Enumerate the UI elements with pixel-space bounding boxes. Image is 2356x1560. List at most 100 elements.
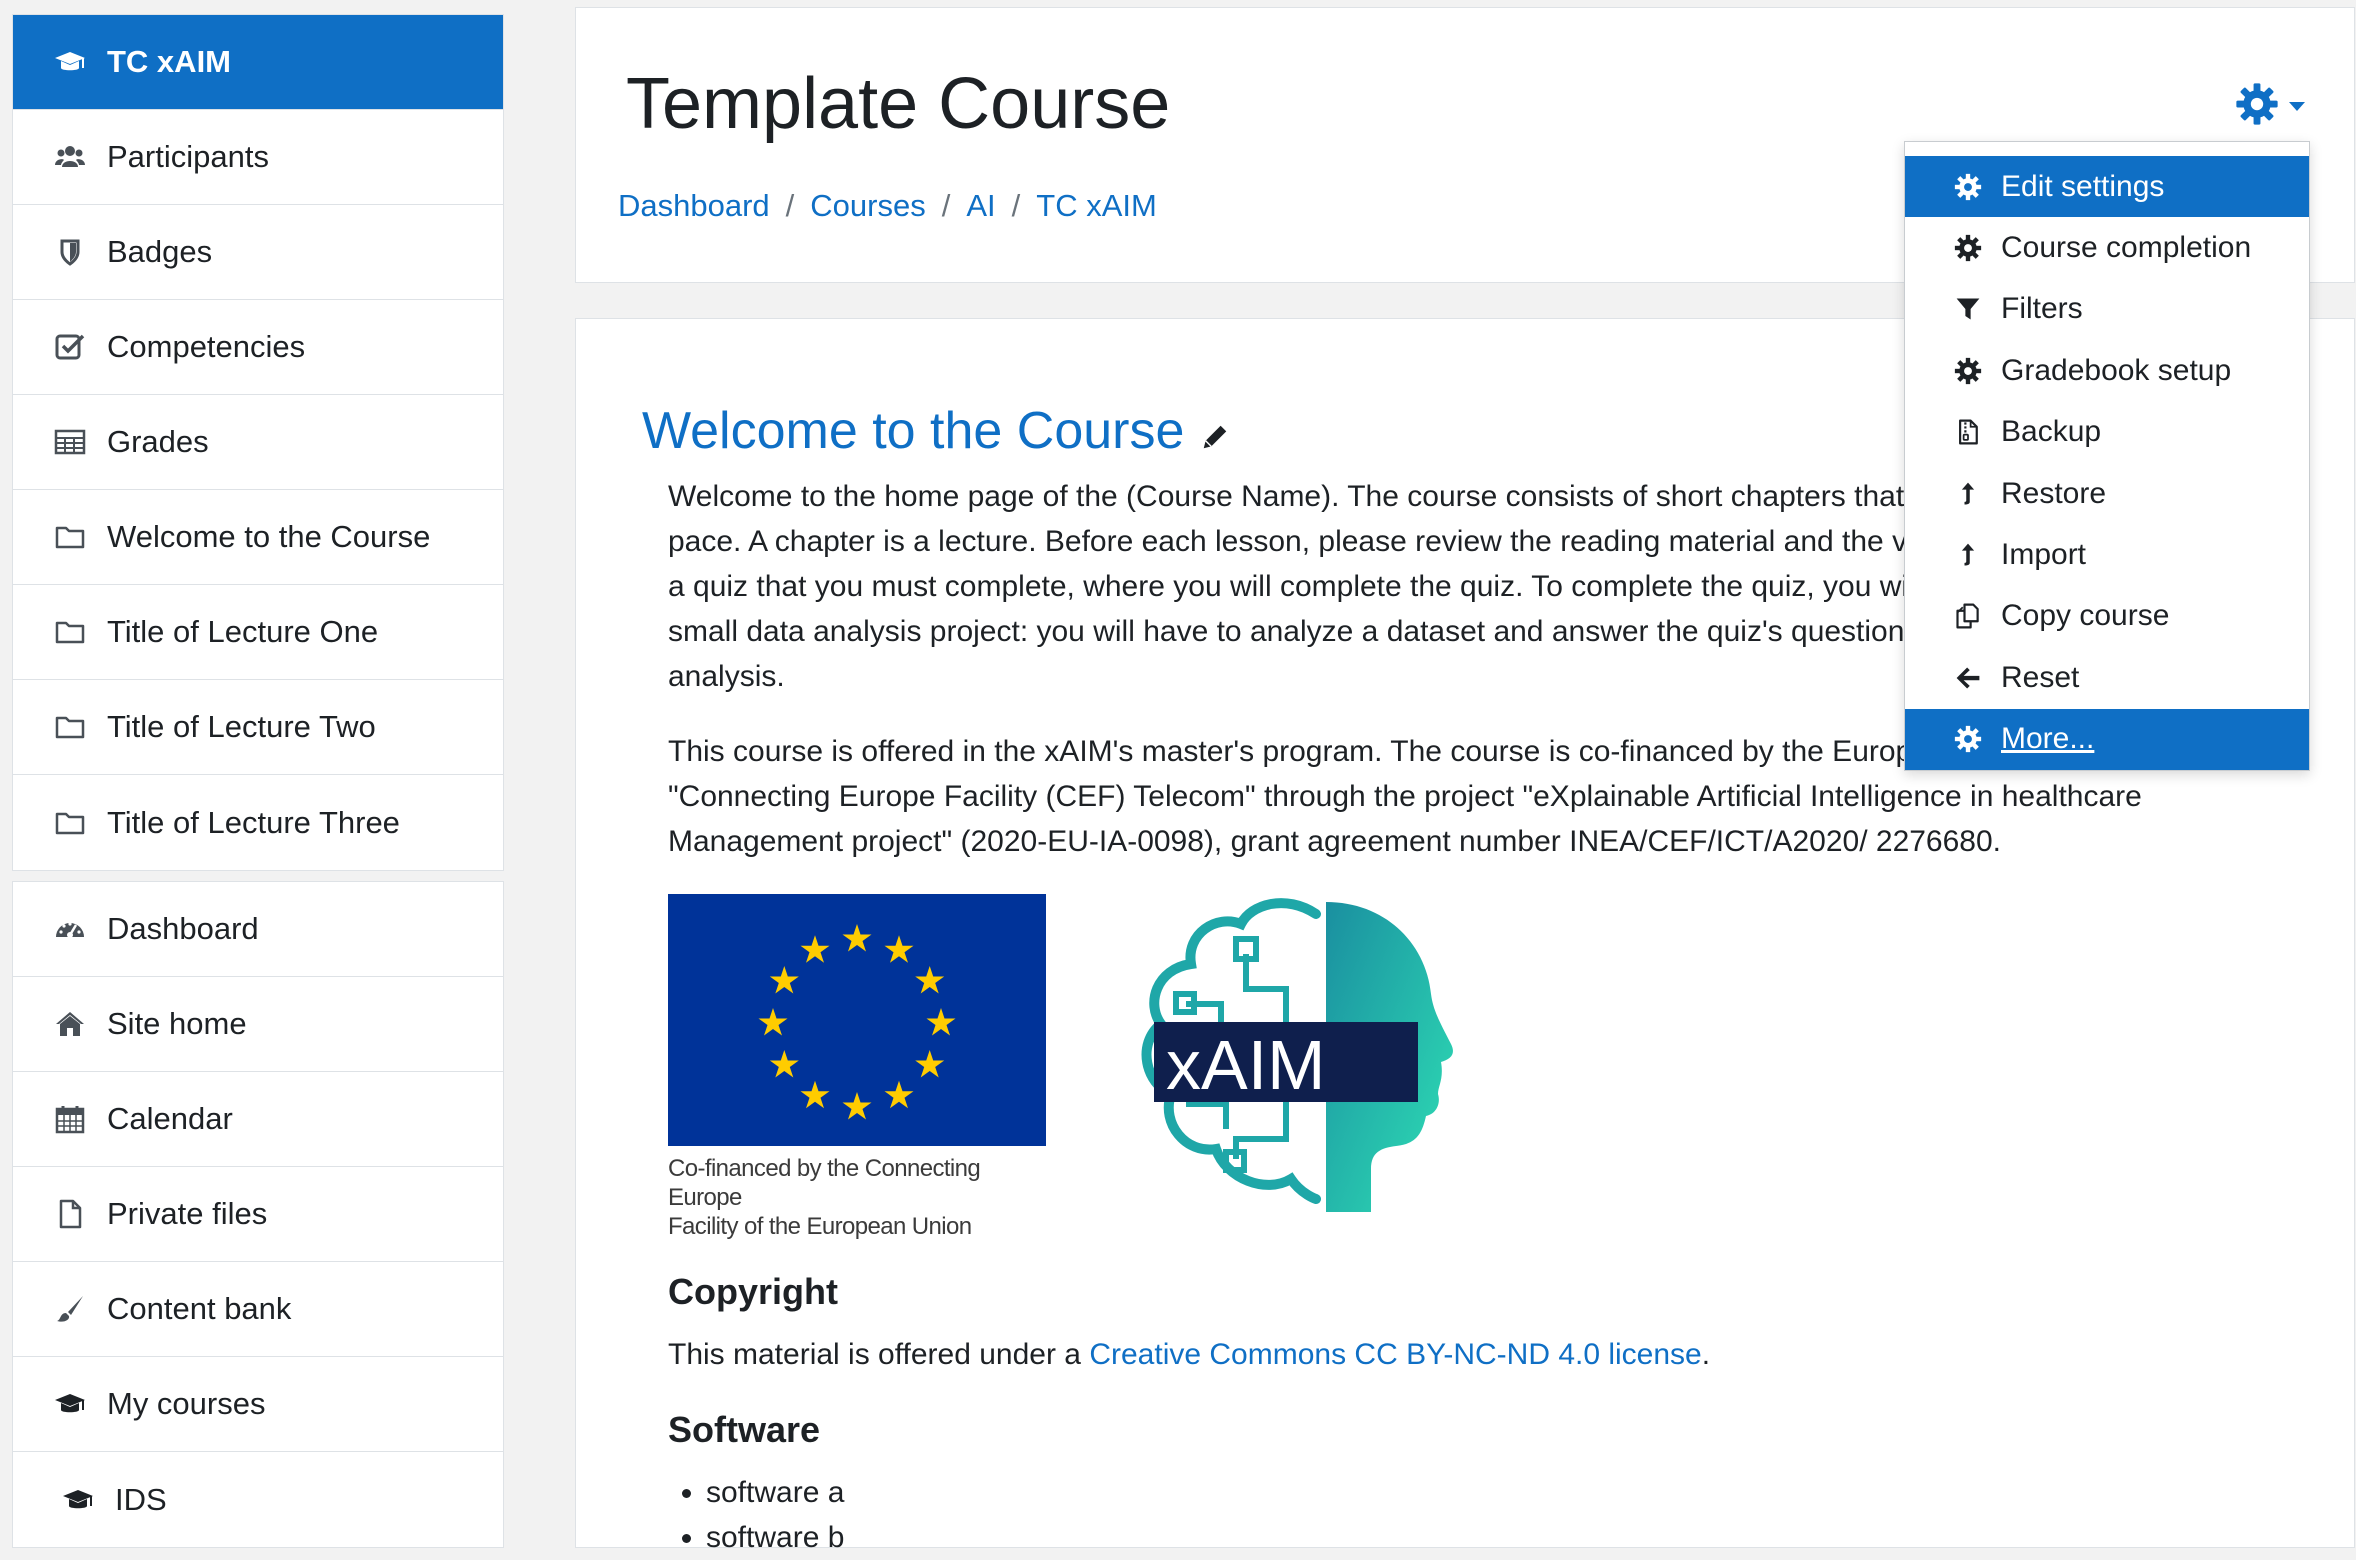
sidebar-item-label: Private files xyxy=(107,1196,268,1231)
sidebar-item-dashboard[interactable]: Dashboard xyxy=(13,882,503,977)
site-nav: Dashboard Site home Calendar Private fil… xyxy=(12,881,504,1548)
sidebar-item-lecture-one[interactable]: Title of Lecture One xyxy=(13,585,503,680)
menu-item-label: Reset xyxy=(2001,660,2080,694)
breadcrumb-separator: / xyxy=(785,188,795,223)
sidebar-item-label: IDS xyxy=(115,1481,167,1517)
sidebar-item-label: Grades xyxy=(107,424,209,459)
dashboard-icon xyxy=(53,912,87,946)
sidebar-item-grades[interactable]: Grades xyxy=(13,395,503,490)
shield-icon xyxy=(53,235,87,269)
graduation-cap-icon xyxy=(53,45,87,79)
course-actions-menu: Edit settings Course completion Filters … xyxy=(1904,141,2310,771)
sidebar-item-label: Badges xyxy=(107,234,213,269)
copyright-text: This material is offered under a Creativ… xyxy=(668,1332,2308,1377)
breadcrumb-courses[interactable]: Courses xyxy=(810,188,925,224)
graduation-cap-icon xyxy=(53,1387,87,1421)
menu-item-label: Import xyxy=(2001,538,2087,572)
folder-icon xyxy=(53,806,87,840)
copy-icon xyxy=(1953,601,1983,631)
course-nav: TC xAIM Participants Badges Competencies… xyxy=(12,14,504,871)
breadcrumb-separator: / xyxy=(1011,188,1021,223)
sidebar-item-competencies[interactable]: Competencies xyxy=(13,300,503,395)
menu-item-import[interactable]: Import xyxy=(1905,524,2309,585)
sidebar-item-ids[interactable]: IDS xyxy=(13,1452,503,1547)
software-heading: Software xyxy=(668,1409,821,1450)
paintbrush-icon xyxy=(53,1292,87,1326)
sidebar-item-welcome[interactable]: Welcome to the Course xyxy=(13,490,503,585)
menu-item-more[interactable]: More... xyxy=(1905,708,2309,770)
sidebar-item-label: TC xAIM xyxy=(107,44,231,79)
arrow-left-icon xyxy=(1953,663,1983,693)
copyright-heading: Copyright xyxy=(668,1271,838,1312)
menu-item-restore[interactable]: Restore xyxy=(1905,463,2309,524)
sidebar-item-tc-xaim[interactable]: TC xAIM xyxy=(13,15,503,110)
section-title-link[interactable]: Welcome to the Course xyxy=(642,401,1184,461)
menu-item-label: More... xyxy=(2001,722,2095,756)
menu-item-copy-course[interactable]: Copy course xyxy=(1905,586,2309,647)
sidebar-item-participants[interactable]: Participants xyxy=(13,110,503,205)
course-actions-button[interactable] xyxy=(2235,82,2305,131)
breadcrumb-tc-xaim[interactable]: TC xAIM xyxy=(1036,188,1157,224)
users-icon xyxy=(53,140,87,174)
menu-item-edit-settings[interactable]: Edit settings xyxy=(1905,156,2309,218)
sidebar-item-label: Participants xyxy=(107,139,269,174)
menu-item-label: Copy course xyxy=(2001,599,2170,633)
menu-item-label: Backup xyxy=(2001,415,2102,449)
sidebar-item-badges[interactable]: Badges xyxy=(13,205,503,300)
gear-icon xyxy=(1953,172,1983,202)
page-title: Template Course xyxy=(626,64,1171,144)
menu-item-label: Edit settings xyxy=(2001,169,2165,203)
eu-caption: Co-financed by the Connecting Europe Fac… xyxy=(668,1154,1046,1241)
eu-caption-line: Co-financed by the Connecting Europe xyxy=(668,1155,981,1211)
xaim-logo-text: xAIM xyxy=(1166,1026,1325,1104)
breadcrumb-dashboard[interactable]: Dashboard xyxy=(618,188,770,224)
sidebar: TC xAIM Participants Badges Competencies… xyxy=(12,14,504,1558)
list-item: software b xyxy=(706,1515,2308,1560)
folder-icon xyxy=(53,710,87,744)
eu-flag xyxy=(668,894,1046,1146)
sidebar-item-my-courses[interactable]: My courses xyxy=(13,1357,503,1452)
chevron-down-icon xyxy=(2289,102,2305,111)
menu-item-label: Restore xyxy=(2001,476,2107,510)
folder-icon xyxy=(53,520,87,554)
calendar-icon xyxy=(53,1102,87,1136)
sidebar-item-label: Dashboard xyxy=(107,911,259,946)
copyright-suffix: . xyxy=(1701,1338,1711,1371)
breadcrumb: Dashboard / Courses / AI / TC xAIM xyxy=(618,188,1157,224)
file-icon xyxy=(53,1197,87,1231)
sidebar-item-label: Content bank xyxy=(107,1291,292,1326)
menu-item-backup[interactable]: Backup xyxy=(1905,402,2309,463)
sidebar-item-private-files[interactable]: Private files xyxy=(13,1167,503,1262)
sidebar-item-label: Title of Lecture Three xyxy=(107,804,400,840)
gear-icon xyxy=(1953,233,1983,263)
eu-caption-line: Facility of the European Union xyxy=(668,1213,972,1240)
sidebar-item-label: Welcome to the Course xyxy=(107,519,431,554)
file-archive-icon xyxy=(1953,417,1983,447)
software-list: software a software b xyxy=(668,1470,2308,1560)
sidebar-item-site-home[interactable]: Site home xyxy=(13,977,503,1072)
menu-item-course-completion[interactable]: Course completion xyxy=(1905,217,2309,278)
sidebar-item-lecture-three[interactable]: Title of Lecture Three xyxy=(13,775,503,870)
sidebar-item-calendar[interactable]: Calendar xyxy=(13,1072,503,1167)
eu-stars xyxy=(758,924,956,1120)
menu-item-reset[interactable]: Reset xyxy=(1905,647,2309,708)
gear-icon xyxy=(1953,356,1983,386)
sidebar-item-content-bank[interactable]: Content bank xyxy=(13,1262,503,1357)
check-square-icon xyxy=(53,330,87,364)
sidebar-item-lecture-two[interactable]: Title of Lecture Two xyxy=(13,680,503,775)
graduation-cap-icon xyxy=(61,1483,95,1517)
breadcrumb-ai[interactable]: AI xyxy=(966,188,995,224)
pencil-icon[interactable] xyxy=(1200,422,1230,452)
logos: Co-financed by the Connecting Europe Fac… xyxy=(668,894,2308,1241)
sidebar-item-label: My courses xyxy=(107,1386,266,1421)
menu-item-label: Gradebook setup xyxy=(2001,353,2232,387)
menu-item-label: Filters xyxy=(2001,292,2083,326)
folder-icon xyxy=(53,615,87,649)
license-link[interactable]: Creative Commons CC BY-NC-ND 4.0 license xyxy=(1089,1338,1701,1371)
menu-item-filters[interactable]: Filters xyxy=(1905,279,2309,340)
gear-icon xyxy=(1953,724,1983,754)
sidebar-item-label: Competencies xyxy=(107,329,306,364)
xaim-logo: xAIM xyxy=(1126,894,1466,1224)
eu-flag-image: Co-financed by the Connecting Europe Fac… xyxy=(668,894,1046,1241)
menu-item-gradebook-setup[interactable]: Gradebook setup xyxy=(1905,340,2309,401)
